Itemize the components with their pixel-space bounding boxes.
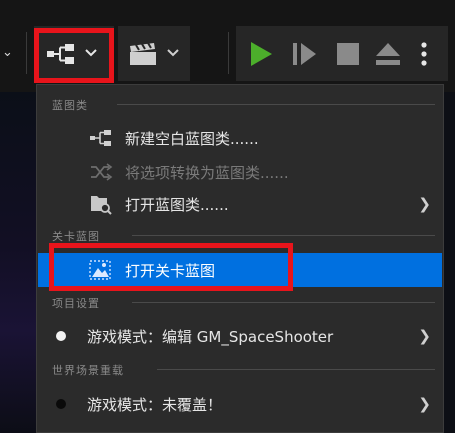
section-header-project-settings: 项目设置 [52,297,100,310]
section-header-blueprint-classes: 蓝图类 [52,99,88,112]
menu-item-label: 将选项转换为蓝图类...... [125,164,289,182]
menu-item-game-mode-edit[interactable]: 游戏模式：编辑 GM_SpaceShooter ❯ [37,321,443,351]
menu-item-game-mode-unset[interactable]: 游戏模式：未覆盖！ ❯ [37,389,443,419]
chevron-down-icon [167,49,179,57]
section-header-world-override: 世界场景重载 [52,364,124,377]
clapperboard-icon [130,42,156,65]
menu-item-open-blueprint-class[interactable]: 打开蓝图类...... ❯ [37,189,443,219]
blueprint-dropdown-menu: 蓝图类 新建空白蓝图类...... 将选项转换为蓝图类...... 打开蓝图类.… [36,84,444,433]
menu-item-label: 游戏模式：未覆盖！ [87,396,223,414]
bullet-icon [56,399,66,409]
menu-item-label: 游戏模式：编辑 GM_SpaceShooter [87,328,334,346]
section-header-level-blueprint: 关卡蓝图 [52,230,100,243]
level-editor-toolbar: ⌄ [0,0,455,92]
menu-item-new-empty-blueprint[interactable]: 新建空白蓝图类...... [37,123,443,153]
chevron-right-icon: ❯ [418,327,431,345]
highlight-box [34,28,114,83]
blueprint-icon [90,130,111,146]
menu-item-convert-selection[interactable]: 将选项转换为蓝图类...... [37,157,443,187]
chevron-down-icon[interactable]: ⌄ [2,46,13,59]
section-divider [157,369,435,370]
menu-item-label: 新建空白蓝图类...... [125,130,259,148]
more-vertical-icon[interactable] [420,41,428,67]
step-forward-icon[interactable] [292,41,318,67]
toolbar-separator [26,32,27,74]
viewport-background [0,92,36,433]
shuffle-icon [91,163,113,181]
highlight-box [49,243,293,291]
section-divider [132,302,435,303]
play-icon[interactable] [248,40,274,68]
eject-icon[interactable] [374,41,402,67]
cinematics-dropdown-button[interactable] [118,26,190,81]
viewport-background [444,92,455,433]
chevron-right-icon: ❯ [418,195,431,213]
menu-item-label: 打开蓝图类...... [125,196,229,214]
chevron-right-icon: ❯ [418,395,431,413]
section-divider [117,104,435,105]
stop-icon[interactable] [336,42,360,66]
bullet-icon [56,331,66,341]
section-divider [132,235,435,236]
play-controls [236,26,448,81]
toolbar-separator [228,32,229,74]
folder-search-icon [91,196,112,215]
